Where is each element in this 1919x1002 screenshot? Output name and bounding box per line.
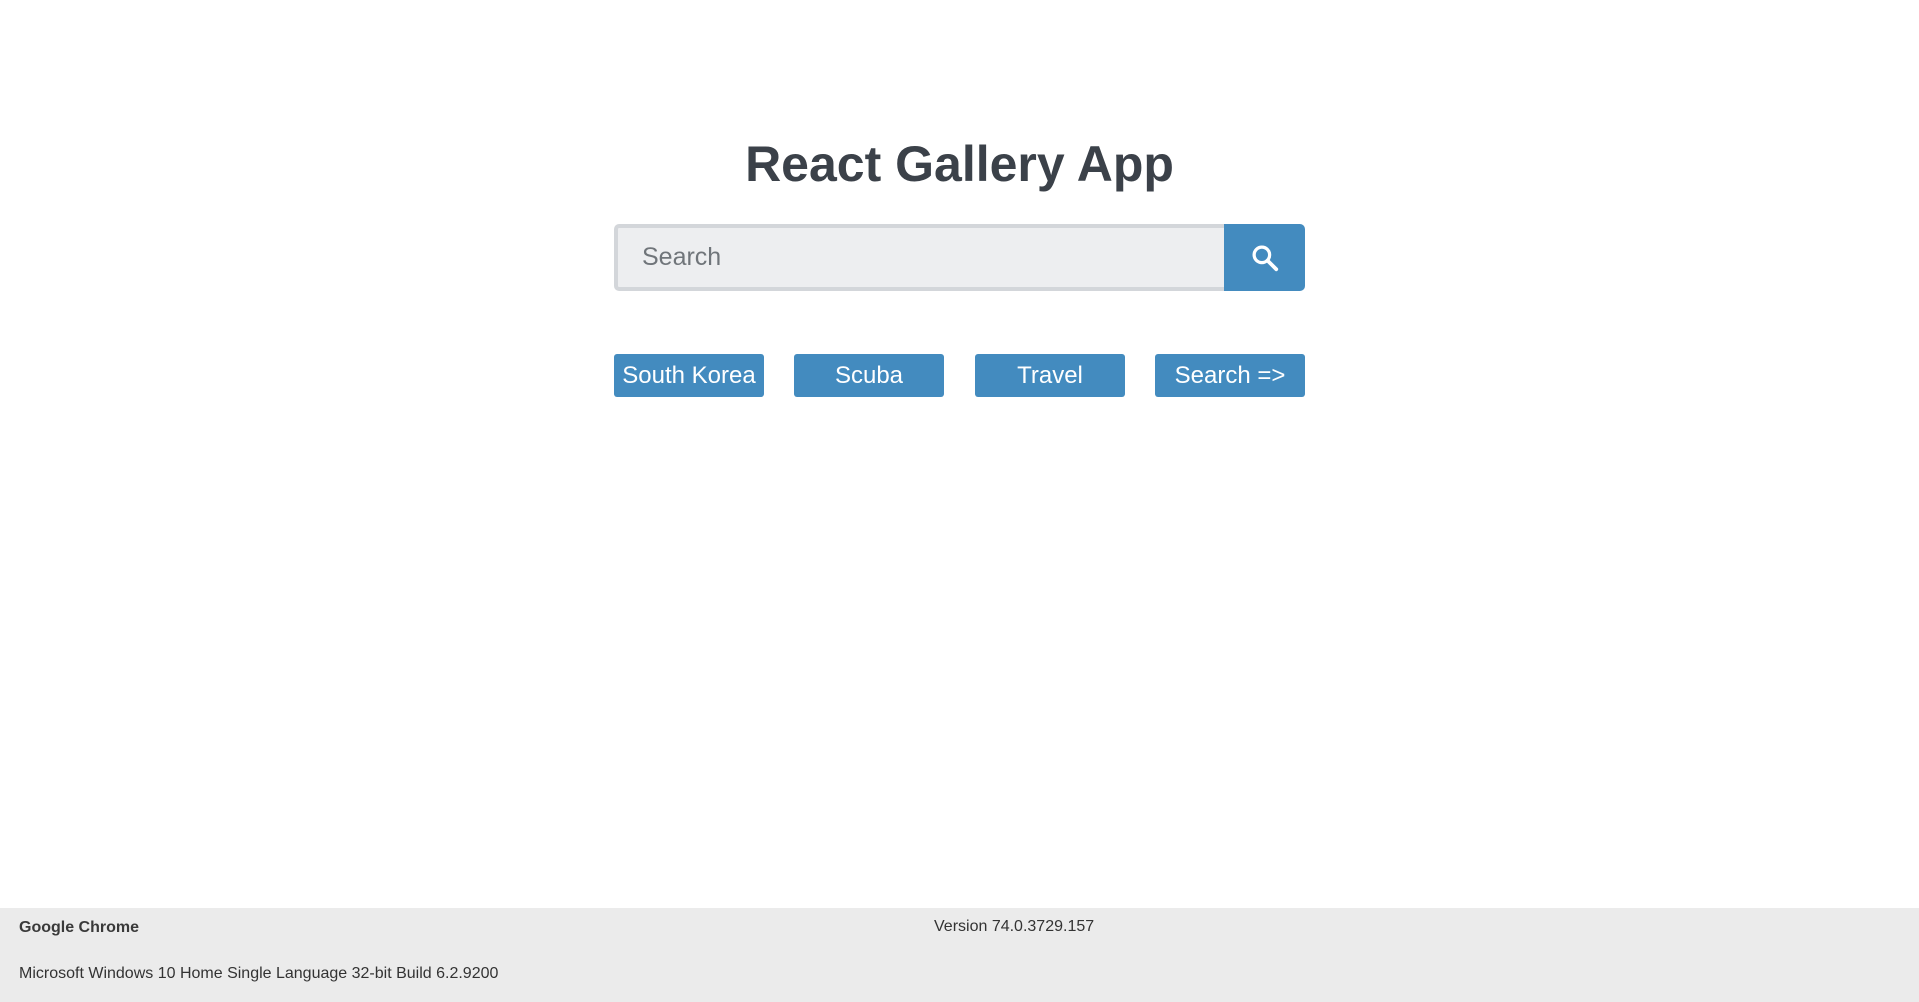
browser-version: Version 74.0.3729.157 [934,918,1095,935]
search-input[interactable] [614,224,1224,291]
search-button[interactable] [1224,224,1305,291]
browser-name: Google Chrome [19,919,140,936]
os-info: Microsoft Windows 10 Home Single Languag… [19,965,499,982]
nav-button-travel[interactable]: Travel [975,354,1125,397]
search-form [614,224,1305,291]
search-icon [1252,245,1278,271]
app-container: React Gallery App South Korea Scuba Trav… [0,0,1919,908]
page: React Gallery App South Korea Scuba Trav… [0,0,1919,1002]
topic-nav: South Korea Scuba Travel Search => [614,354,1305,397]
nav-button-scuba[interactable]: Scuba [794,354,944,397]
page-title: React Gallery App [745,136,1174,192]
nav-button-search[interactable]: Search => [1155,354,1305,397]
nav-button-south-korea[interactable]: South Korea [614,354,764,397]
